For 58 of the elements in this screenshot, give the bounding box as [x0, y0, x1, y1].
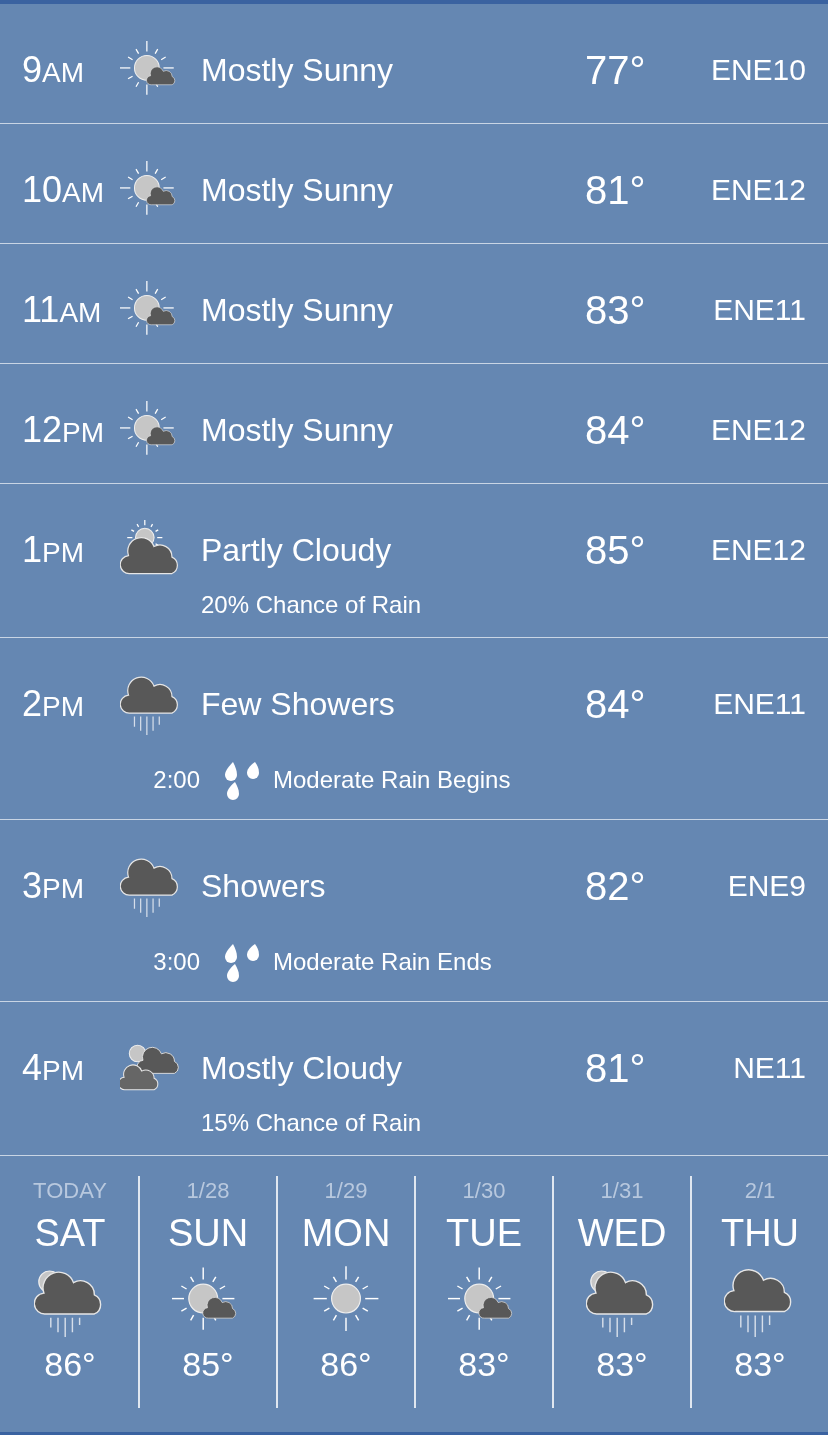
high-temperature-label: 86° — [44, 1345, 96, 1384]
hour-label: 4PM — [22, 1050, 86, 1086]
day-label: MON — [301, 1212, 391, 1255]
day-label: THU — [720, 1212, 800, 1255]
date-label: 1/29 — [324, 1178, 368, 1204]
day-label: SUN — [167, 1212, 249, 1255]
date-label: 1/28 — [186, 1178, 230, 1204]
condition-label: Mostly Sunny — [201, 171, 395, 209]
high-temperature-label: 83° — [458, 1345, 510, 1384]
rain-event-label: Moderate Rain Ends — [273, 948, 492, 976]
temperature-label: 85° — [585, 527, 647, 573]
wind-label: ENE12 — [710, 533, 806, 567]
wind-label: NE11 — [733, 1051, 806, 1085]
high-temperature-label: 86° — [320, 1345, 372, 1384]
event-time-label: 2:00 — [153, 766, 200, 794]
condition-label: Mostly Cloudy — [201, 1049, 403, 1087]
temperature-label: 84° — [585, 681, 647, 727]
date-label: 1/30 — [462, 1178, 506, 1204]
condition-label: Few Showers — [201, 685, 396, 723]
hour-label: 12PM — [22, 412, 106, 448]
condition-label: Showers — [201, 867, 327, 905]
temperature-label: 83° — [585, 287, 647, 333]
hour-label: 10AM — [22, 172, 106, 208]
hour-label: 3PM — [22, 868, 86, 904]
day-label: SAT — [34, 1212, 106, 1255]
temperature-label: 81° — [585, 167, 647, 213]
condition-label: Mostly Sunny — [201, 411, 395, 449]
wind-label: ENE10 — [710, 53, 806, 87]
date-label: 1/31 — [600, 1178, 644, 1204]
day-label: TUE — [446, 1212, 522, 1255]
hour-label: 11AM — [22, 292, 103, 328]
temperature-label: 77° — [585, 47, 647, 93]
wind-label: ENE11 — [713, 293, 806, 327]
wind-label: ENE12 — [710, 173, 806, 207]
temperature-label: 84° — [585, 407, 647, 453]
condition-label: Partly Cloudy — [201, 531, 393, 569]
high-temperature-label: 85° — [182, 1345, 234, 1384]
hour-label: 2PM — [22, 686, 86, 722]
condition-label: Mostly Sunny — [201, 51, 395, 89]
day-label: WED — [577, 1212, 667, 1255]
rain-event-label: Moderate Rain Begins — [273, 766, 511, 794]
raindrops-icon — [223, 760, 259, 800]
event-time-label: 3:00 — [153, 948, 200, 976]
hour-label: 9AM — [22, 52, 86, 88]
high-temperature-label: 83° — [596, 1345, 648, 1384]
rain-chance-label: 15% Chance of Rain — [201, 1109, 423, 1137]
raindrops-icon — [223, 942, 259, 982]
date-label: TODAY — [33, 1178, 107, 1204]
rain-chance-label: 20% Chance of Rain — [201, 591, 423, 619]
wind-label: ENE11 — [713, 687, 806, 721]
hour-label: 1PM — [22, 532, 86, 568]
date-label: 2/1 — [744, 1178, 776, 1204]
wind-label: ENE9 — [727, 869, 806, 903]
wind-label: ENE12 — [710, 413, 806, 447]
temperature-label: 82° — [585, 863, 647, 909]
high-temperature-label: 83° — [734, 1345, 786, 1384]
condition-label: Mostly Sunny — [201, 291, 395, 329]
temperature-label: 81° — [585, 1045, 647, 1091]
